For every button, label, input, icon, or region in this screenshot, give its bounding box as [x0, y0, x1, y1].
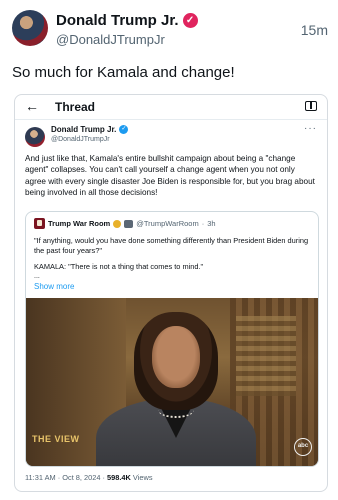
separator: · — [201, 219, 205, 228]
affiliate-badge-icon — [124, 219, 134, 228]
show-logo: THE VIEW — [32, 434, 80, 444]
author-avatar[interactable] — [12, 10, 48, 46]
person-face — [152, 326, 200, 388]
quote-avatar — [34, 218, 45, 229]
quote-text-answer: KAMALA: "There is not a thing that comes… — [34, 262, 204, 271]
quote-text-question: "If anything, would you have done someth… — [34, 236, 309, 255]
reader-view-icon — [305, 101, 317, 111]
show-more-link: Show more — [34, 282, 75, 291]
quote-ellipsis: ... — [34, 273, 40, 280]
post-time: 15m — [300, 22, 328, 38]
gold-verified-badge-icon — [113, 219, 122, 228]
views-count: 598.4K — [107, 473, 131, 482]
views-label: Views — [130, 473, 153, 482]
tweet-meta: 11:31 AM · Oct 8, 2024 · 598.4K Views — [25, 473, 153, 482]
thread-header: ← Thread — [15, 95, 327, 119]
quoted-tweet: Trump War Room @TrumpWarRoom · 3h "If an… — [25, 211, 319, 467]
necklace — [158, 402, 194, 418]
tweet-timestamp: 11:31 AM · Oct 8, 2024 · — [25, 473, 108, 482]
inner-author-handle: @DonaldJTrumpJr — [51, 136, 110, 143]
video-background-window — [236, 316, 296, 396]
author-name-row: Donald Trump Jr. ✓ — [56, 12, 198, 29]
inner-author-avatar — [25, 127, 45, 147]
quote-time: 3h — [207, 219, 216, 228]
verified-badge-icon: ✓ — [182, 13, 198, 28]
post-text: So much for Kamala and change! — [12, 64, 235, 81]
quote-author-handle: @TrumpWarRoom — [136, 219, 199, 228]
quote-author-name: Trump War Room — [48, 219, 111, 228]
inner-author-name: Donald Trump Jr. — [51, 125, 117, 134]
embedded-screenshot[interactable]: ← Thread Donald Trump Jr. ✓ @DonaldJTrum… — [14, 94, 328, 492]
quote-header: Trump War Room @TrumpWarRoom · 3h — [34, 218, 216, 229]
inner-tweet-text: And just like that, Kamala's entire bull… — [25, 154, 315, 198]
thread-title: Thread — [55, 100, 96, 114]
video-thumbnail: THE VIEW abc — [26, 298, 318, 466]
arrow-left-icon: ← — [25, 98, 39, 114]
author-name[interactable]: Donald Trump Jr. — [56, 12, 179, 29]
network-logo: abc — [294, 438, 312, 456]
divider — [15, 119, 327, 120]
author-handle[interactable]: @DonaldJTrumpJr — [56, 32, 165, 47]
inner-author-name-row: Donald Trump Jr. ✓ — [51, 125, 129, 134]
inner-verified-badge-icon: ✓ — [119, 125, 129, 134]
more-icon: ··· — [304, 123, 317, 134]
post-header: Donald Trump Jr. ✓ @DonaldJTrumpJr 15m — [12, 10, 328, 50]
